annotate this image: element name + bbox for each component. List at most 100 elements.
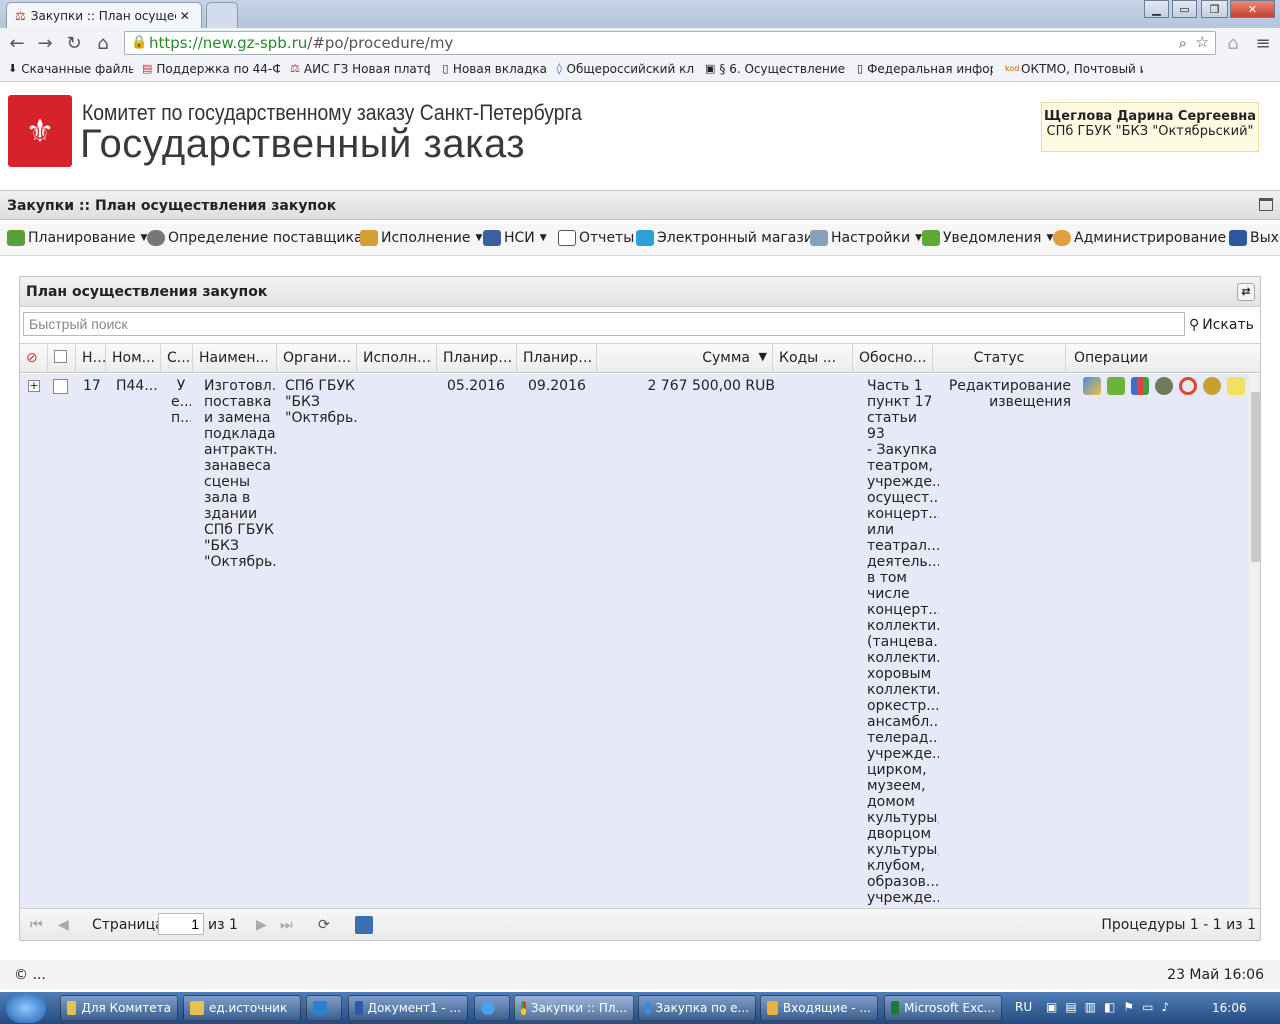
search-button[interactable]: ⚲ Искать xyxy=(1189,313,1254,337)
menu-logout[interactable]: Выход xyxy=(1229,230,1280,246)
expand-icon[interactable]: + xyxy=(28,380,40,392)
taskbar-item[interactable]: Входящие - ... xyxy=(760,995,878,1021)
chart-icon[interactable] xyxy=(1131,377,1149,395)
taskbar-item[interactable] xyxy=(306,995,342,1021)
column-header[interactable]: С... xyxy=(161,344,193,373)
new-tab-button[interactable] xyxy=(206,2,238,28)
menu-notifications[interactable]: Уведомления ▼ xyxy=(922,230,1053,246)
bookmark-item[interactable]: ▣ § 6. Осуществление з xyxy=(705,62,845,76)
mail-icon xyxy=(767,1001,778,1015)
taskbar-item[interactable]: ед.источник xyxy=(183,995,301,1021)
system-clock[interactable]: 16:06 xyxy=(1212,1001,1247,1015)
bookmark-item[interactable]: ▯ Федеральная инфор xyxy=(857,62,993,76)
taskbar-item[interactable]: Microsoft Exc... xyxy=(884,995,1002,1021)
start-button[interactable] xyxy=(6,993,46,1023)
pager: ⏮ ◀ Страница из 1 ▶ ⏭ ⟳ Процедуры 1 - 1 … xyxy=(20,908,1260,940)
column-header[interactable]: Н... xyxy=(76,344,106,373)
bookmark-item[interactable]: ▤ Поддержка по 44-ФЗ xyxy=(142,62,280,76)
forward-icon[interactable]: → xyxy=(34,32,56,54)
spb-logo[interactable]: ⚜ xyxy=(8,95,72,167)
home-icon[interactable]: ⌂ xyxy=(92,32,114,54)
last-page-icon[interactable]: ⏭ xyxy=(280,917,293,933)
column-header[interactable]: Обоснов... xyxy=(853,344,933,373)
bookmark-item[interactable]: ▯ Новая вкладка xyxy=(442,62,547,76)
star-icon[interactable]: ☆ xyxy=(1196,33,1209,51)
menu-eshop[interactable]: Электронный магазин xyxy=(636,230,822,246)
taskbar-item[interactable]: Закупка по е... xyxy=(638,995,756,1021)
menu-label: Администрирование xyxy=(1074,230,1227,246)
extension-home-icon[interactable]: ⌂ xyxy=(1222,32,1244,54)
back-icon[interactable]: ← xyxy=(6,32,28,54)
column-header[interactable]: Коды ... xyxy=(773,344,853,373)
bookmark-item[interactable]: ◊ Общероссийский кл xyxy=(556,62,694,76)
close-window-button[interactable]: ✕ xyxy=(1230,0,1275,18)
column-header[interactable]: Статус xyxy=(933,344,1066,373)
menu-icon[interactable]: ≡ xyxy=(1252,32,1274,54)
column-header[interactable]: Наимен... xyxy=(193,344,277,373)
menu-nsi[interactable]: НСИ ▼ xyxy=(483,230,547,246)
page-icon: ◊ xyxy=(556,62,562,75)
grid-scroll-thumb[interactable] xyxy=(1251,392,1260,562)
reload-grid-icon[interactable]: ⟳ xyxy=(318,917,330,933)
bookmark-label: § 6. Осуществление з xyxy=(719,62,845,76)
column-header[interactable]: Операции xyxy=(1066,344,1260,373)
column-header[interactable]: Планиру... xyxy=(517,344,597,373)
row-checkbox[interactable] xyxy=(53,379,68,394)
quick-search-input[interactable] xyxy=(23,312,1185,336)
select-all-checkbox[interactable] xyxy=(48,344,76,373)
taskbar-item[interactable]: Для Комитета xyxy=(60,995,178,1021)
edit-icon[interactable] xyxy=(1083,377,1101,395)
next-page-icon[interactable]: ▶ xyxy=(256,917,267,933)
taskbar-item-active[interactable]: Закупки :: Пл... xyxy=(514,995,634,1021)
tray-icons[interactable]: ▣▤▥◧⚑▭♪ xyxy=(1046,1000,1177,1014)
restore-button[interactable]: ❐ xyxy=(1201,0,1228,18)
bookmark-item[interactable]: ⚖ АИС ГЗ Новая платф xyxy=(290,62,430,76)
menu-admin[interactable]: Администрирование▼ xyxy=(1053,230,1238,246)
menu-execution[interactable]: Исполнение ▼ xyxy=(360,230,482,246)
table-row[interactable]: + 17 П44... У е... п... Изготовл... пост… xyxy=(20,374,1249,908)
address-bar[interactable]: 🔒 https://new.gz-spb.ru/#po/procedure/my… xyxy=(124,31,1216,55)
column-header[interactable]: Ном... xyxy=(106,344,161,373)
column-header[interactable]: Исполни... xyxy=(357,344,437,373)
settings-icon[interactable] xyxy=(1155,377,1173,395)
column-header[interactable]: Организ... xyxy=(277,344,357,373)
menu-planning[interactable]: Планирование ▼ xyxy=(7,230,147,246)
filter-icon[interactable]: ▼ xyxy=(759,350,767,363)
cell-reason: Часть 1 пункт 17 статьи 93 - Закупка теа… xyxy=(867,378,939,906)
taskbar-item[interactable] xyxy=(474,995,510,1021)
chrome-icon xyxy=(521,1001,526,1015)
menu-settings[interactable]: Настройки ▼ xyxy=(810,230,922,246)
column-header[interactable]: Планиру... xyxy=(437,344,517,373)
browser-tab-active[interactable]: ⚖ Закупки :: План осуществ ✕ xyxy=(6,2,202,28)
prev-page-icon[interactable]: ◀ xyxy=(58,917,69,933)
money-icon[interactable] xyxy=(1107,377,1125,395)
note-icon[interactable] xyxy=(1227,377,1245,395)
cell-org: СПб ГБУК "БКЗ "Октябрь... xyxy=(285,378,357,426)
cell-name: Изготовл... поставка и замена подклада а… xyxy=(204,378,276,570)
taskbar-item[interactable]: Документ1 - ... xyxy=(348,995,468,1021)
clear-filter-icon[interactable]: ⊘ xyxy=(20,344,48,373)
save-icon[interactable] xyxy=(355,916,373,934)
refresh-icon[interactable]: ⇄ xyxy=(1237,283,1255,301)
user-button[interactable]: ▭ xyxy=(1172,0,1197,18)
emblem-icon[interactable] xyxy=(1203,377,1221,395)
page-number-input[interactable] xyxy=(158,913,204,935)
cancel-icon[interactable] xyxy=(1179,377,1197,395)
bookmark-label: Общероссийский кл xyxy=(566,62,694,76)
language-indicator[interactable]: RU xyxy=(1015,1000,1032,1014)
download-icon: ⬇ xyxy=(8,62,18,75)
zoom-icon[interactable]: ⌕ xyxy=(1179,34,1187,52)
minimize-button[interactable]: ▁ xyxy=(1144,0,1169,18)
reload-icon[interactable]: ↻ xyxy=(63,32,85,54)
cell-plan2: 09.2016 xyxy=(528,378,586,394)
menu-supplier[interactable]: Определение поставщика▼ xyxy=(147,230,375,246)
menu-reports[interactable]: Отчеты xyxy=(558,230,634,246)
bookmark-item[interactable]: kod ОКТМО, Почтовый и xyxy=(1005,62,1143,76)
bookmark-item[interactable]: ⬇ Скачанные файлы xyxy=(8,62,133,76)
first-page-icon[interactable]: ⏮ xyxy=(30,917,43,933)
column-header-sum[interactable]: Сумма ▼ xyxy=(597,344,773,373)
collapse-icon[interactable] xyxy=(1259,198,1273,211)
ie-icon xyxy=(645,1001,651,1015)
page-count: из 1 xyxy=(208,917,238,933)
close-tab-icon[interactable]: ✕ xyxy=(180,9,190,23)
